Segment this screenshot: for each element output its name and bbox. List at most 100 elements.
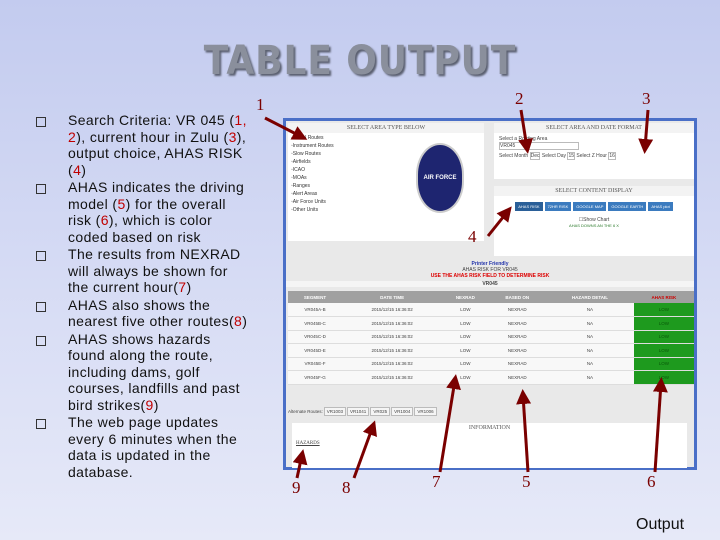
panel-header: SELECT CONTENT DISPLAY (494, 186, 694, 196)
bullet-text: ) (242, 313, 248, 329)
bullet-item: AHAS shows hazards found along the route… (34, 331, 249, 414)
table-cell: VR045C-D (288, 330, 343, 344)
table-cell: LOW (442, 330, 489, 344)
annotation-6: 6 (647, 472, 656, 491)
bullet-text: ) (153, 396, 159, 413)
annotation-8: 8 (342, 478, 351, 497)
content-button[interactable]: 72HR RISK (544, 202, 572, 211)
table-cell: NEXRAD (488, 303, 547, 317)
bullet-text: ), current hour in Zulu ( (76, 128, 229, 145)
area-type-radio[interactable]: ◦Visual Routes (291, 135, 481, 141)
month-select[interactable]: Dec (529, 152, 541, 160)
table-cell: LOW (442, 343, 489, 358)
table-cell: NEXRAD (488, 343, 547, 358)
bullet-item: The web page updates every 6 minutes whe… (34, 414, 249, 480)
table-cell: LOW (633, 303, 694, 317)
slide-title: TABLE OUTPUT (203, 38, 517, 84)
risk-table: SEGMENT DATE TIME NEXRAD BASED ON HAZARD DET… (288, 291, 694, 385)
column-header: SEGMENT (288, 291, 343, 303)
bullet-text: AHAS also shows the nearest five other r… (68, 296, 235, 330)
output-label: Output (636, 516, 685, 533)
column-header: BASED ON (488, 291, 547, 303)
panel-header: INFORMATION (292, 423, 687, 433)
radio-label: Visual Routes (292, 135, 324, 141)
date-panel: SELECT AREA AND DATE FORMAT Select a Rou… (494, 123, 694, 179)
ahas-screenshot: SELECT AREA TYPE BELOW ◦Visual Routes ◦In… (283, 118, 697, 470)
table-cell: 2015/12/15 16:36:02 (342, 303, 443, 317)
alternate-route-button[interactable]: VR1004 (391, 407, 414, 416)
column-header: AHAS RISK (633, 291, 694, 303)
table-cell: NA (546, 330, 634, 344)
table-cell: VR045B-C (288, 316, 343, 331)
label: Select Z Hour (576, 153, 607, 159)
day-select[interactable]: 15 (567, 152, 576, 160)
reference-number: 3 (228, 128, 237, 145)
alternate-route-button[interactable]: VR1006 (414, 407, 437, 416)
table-cell: LOW (633, 330, 694, 344)
alternate-routes-label: Alternate Routes: (288, 409, 323, 414)
hour-select[interactable]: 16 (608, 152, 616, 160)
bullet-text: Search Criteria: VR 045 ( (68, 112, 235, 128)
table-cell: LOW (633, 343, 694, 358)
air-force-safety-logo: AIR FORCE (416, 143, 464, 213)
bullet-item: Search Criteria: VR 045 (1, 2), current … (34, 112, 249, 178)
table-cell: VR045F-G (288, 370, 343, 385)
bullet-item: AHAS indicates the driving model (5) for… (34, 179, 249, 245)
table-cell: LOW (442, 316, 489, 331)
bullet-text: ) (186, 279, 192, 295)
radio-label: Slow Routes (292, 151, 321, 157)
hazards-heading: HAZARDS (296, 441, 320, 446)
area-select[interactable]: VR045 (499, 142, 579, 150)
table-cell: NA (546, 303, 634, 317)
table-cell: LOW (442, 370, 489, 385)
annotation-4: 4 (468, 227, 477, 246)
area-select-row: Select a Routing Area VR045 (499, 136, 689, 150)
route-label: VR045 (286, 281, 694, 287)
panel-header: SELECT AREA TYPE BELOW (288, 123, 484, 133)
table-row: VR045D-E 2015/12/15 16:36:02 LOW NEXRAD NA LO… (288, 343, 694, 358)
content-button[interactable]: GOOGLE EARTH (608, 202, 647, 211)
reference-number: 6 (100, 212, 109, 228)
table-cell: NEXRAD (488, 370, 547, 385)
content-button[interactable]: GOOGLE MAP (573, 202, 607, 211)
alternate-routes: Alternate Routes: VR1003 VR1041 VR025 VR1004… (288, 407, 437, 416)
annotation-1: 1 (256, 95, 265, 114)
alternate-route-button[interactable]: VR1003 (323, 407, 347, 416)
bullet-item: AHAS also shows the nearest five other r… (34, 297, 249, 330)
area-type-panel: SELECT AREA TYPE BELOW ◦Visual Routes ◦In… (288, 123, 484, 241)
bullet-text: The results from NEXRAD will always be s… (68, 246, 241, 295)
table-row: VR045C-D 2015/12/15 16:36:02 LOW NEXRAD NA LO… (288, 330, 694, 344)
table-cell: LOW (633, 370, 694, 385)
radio-label: ICAO (292, 167, 306, 173)
content-button[interactable]: AHAS plot (648, 202, 673, 211)
radio-label: Other Units (292, 207, 319, 213)
table-cell: NA (546, 316, 634, 331)
annotation-7: 7 (432, 472, 441, 491)
label: Select Month (499, 153, 529, 159)
table-row: VR045E-F 2015/12/15 16:36:02 LOW NEXRAD NA LO… (288, 357, 694, 371)
table-cell: NA (546, 343, 634, 358)
table-row: VR045A-B 2015/12/15 16:36:02 LOW NEXRAD NA LO… (288, 303, 694, 317)
bullet-list: Search Criteria: VR 045 (1, 2), current … (34, 112, 249, 481)
alternate-route-button[interactable]: VR025 (370, 407, 391, 416)
bullet-text: ) (81, 161, 87, 178)
bullet-text: The web page updates every 6 minutes whe… (68, 414, 238, 480)
content-button[interactable]: AHAS RISK (515, 202, 543, 211)
table-cell: LOW (442, 303, 489, 317)
reference-number: 5 (117, 195, 126, 212)
radio-label: MOAs (292, 175, 307, 181)
information-panel: INFORMATION HAZARDS (292, 423, 687, 468)
table-cell: NA (546, 370, 634, 385)
bullet-item: The results from NEXRAD will always be s… (34, 246, 249, 296)
column-header: HAZARD DETAIL (546, 291, 634, 303)
table-cell: 2015/12/15 16:36:02 (342, 370, 443, 385)
annotation-5: 5 (522, 472, 531, 491)
table-row: VR045F-G 2015/12/15 16:36:02 LOW NEXRAD NA LO… (288, 370, 694, 385)
alternate-route-button[interactable]: VR1041 (347, 407, 370, 416)
radio-label: Alert Areas (292, 191, 318, 197)
label: Select Day (541, 153, 567, 159)
note: AHAS DOWNS AN THE 6 X (569, 223, 619, 228)
radio-label: Airfields (292, 159, 311, 165)
radio-label: Instrument Routes (292, 143, 334, 149)
table-cell: 2015/12/15 16:36:02 (342, 357, 443, 371)
